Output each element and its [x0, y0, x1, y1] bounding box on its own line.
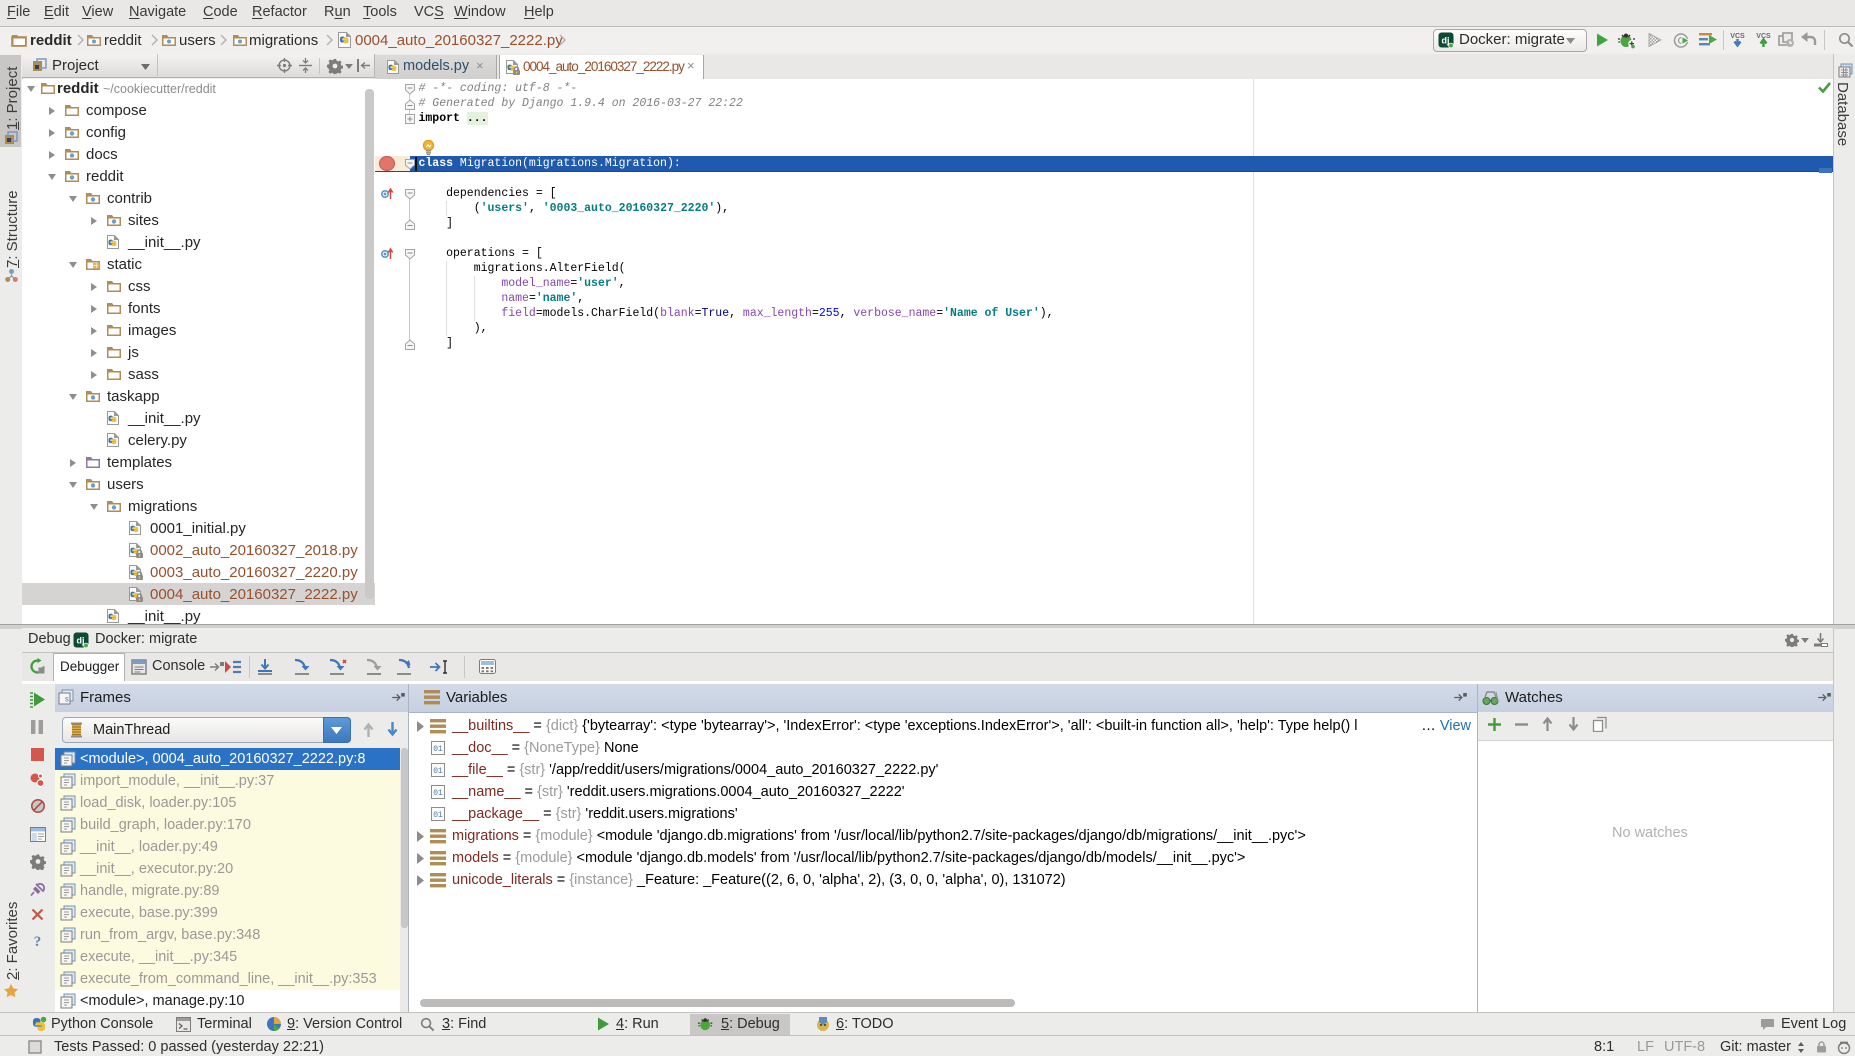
svg-text:VCS: VCS [1730, 33, 1745, 40]
svg-text:01: 01 [433, 789, 443, 798]
svg-text:01: 01 [433, 811, 443, 820]
svg-text:01: 01 [433, 745, 443, 754]
svg-text:dj: dj [77, 636, 85, 646]
svg-text:?: ? [34, 934, 42, 949]
svg-text:s: s [65, 696, 70, 705]
svg-text:dj: dj [1442, 36, 1450, 46]
svg-text:01: 01 [433, 767, 443, 776]
